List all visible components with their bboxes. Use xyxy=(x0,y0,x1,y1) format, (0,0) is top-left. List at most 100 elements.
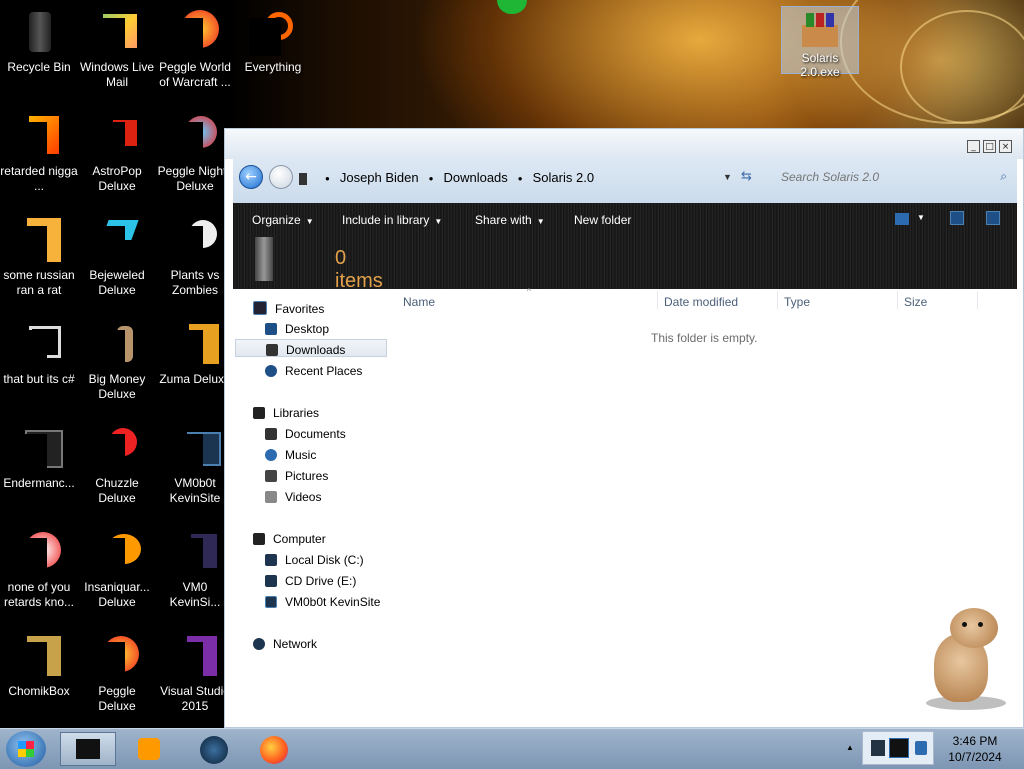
taskbar-app-explorer[interactable] xyxy=(60,732,116,766)
desktop-icon-label: retarded nigga ... xyxy=(0,164,78,193)
desktop-icon-label: Recycle Bin xyxy=(7,60,71,74)
nav-videos[interactable]: Videos xyxy=(265,490,321,504)
desktop-icon-7[interactable]: Windows Live Mail xyxy=(78,4,156,90)
mail-icon xyxy=(93,8,141,56)
desktop-icon-5[interactable]: none of you retards kno... xyxy=(0,524,78,610)
nav-libraries[interactable]: Libraries xyxy=(253,406,319,420)
address-dropdown-icon[interactable]: ▼ xyxy=(723,172,732,182)
organize-button[interactable]: Organize ▼ xyxy=(252,213,314,227)
column-name[interactable]: Name xyxy=(403,295,435,309)
breadcrumb-separator-icon: ● xyxy=(428,174,434,184)
back-button[interactable]: ← xyxy=(239,165,263,189)
desktop-icon-9[interactable]: Bejeweled Deluxe xyxy=(78,212,156,298)
share-with-button[interactable]: Share with ▼ xyxy=(475,213,545,227)
app-icon xyxy=(171,424,221,472)
desktop-icon-label: Endermanc... xyxy=(3,476,75,490)
include-in-library-button[interactable]: Include in library ▼ xyxy=(342,213,442,227)
taskbar-app-firefox[interactable] xyxy=(246,732,302,766)
navigation-pane: Favorites Desktop Downloads Recent Place… xyxy=(233,289,393,719)
maximize-button[interactable]: □ xyxy=(983,140,996,153)
breadcrumb: ● Joseph Biden ● Downloads ● Solaris 2.0 xyxy=(315,170,594,185)
nav-desktop[interactable]: Desktop xyxy=(265,322,329,336)
search-icon[interactable]: ⌕ xyxy=(1000,169,1007,184)
nav-libraries-label: Libraries xyxy=(273,406,320,420)
breadcrumb-item-downloads[interactable]: Downloads xyxy=(443,170,507,185)
preview-pane-icon[interactable] xyxy=(950,211,964,225)
nav-recent-places[interactable]: Recent Places xyxy=(265,364,362,378)
desktop-icon-12[interactable]: Insaniquar... Deluxe xyxy=(78,524,156,610)
nav-local-disk[interactable]: Local Disk (C:) xyxy=(265,553,364,567)
search-input[interactable] xyxy=(775,165,1011,189)
desktop-icon-label: Everything xyxy=(244,60,302,74)
desktop-icon-11[interactable]: Chuzzle Deluxe xyxy=(78,420,156,506)
downloads-icon xyxy=(266,344,278,356)
desktop-icon-20[interactable]: Visual Studio 2015 xyxy=(156,628,234,714)
star-icon xyxy=(253,301,267,315)
help-icon[interactable] xyxy=(986,211,1000,225)
view-dropdown-icon[interactable]: ▼ xyxy=(917,213,925,222)
visual-studio-icon xyxy=(171,632,219,680)
desktop-icon-17[interactable]: Zuma Deluxe xyxy=(156,316,234,387)
nav-music[interactable]: Music xyxy=(265,448,316,462)
desktop-icon-label: Bejeweled Deluxe xyxy=(89,268,145,297)
firefox-icon xyxy=(260,736,288,764)
desktop-icon-4[interactable]: Endermanc... xyxy=(0,420,78,491)
close-button[interactable]: × xyxy=(999,140,1012,153)
window-titlebar[interactable]: _ □ × xyxy=(225,129,1023,159)
volume-icon[interactable] xyxy=(915,741,927,755)
notification-area xyxy=(862,731,934,765)
desktop-icon-15[interactable]: Peggle Nights Deluxe xyxy=(156,108,234,194)
desktop-icon-14[interactable]: Peggle World of Warcraft ... xyxy=(156,4,234,90)
view-icon[interactable] xyxy=(895,213,909,225)
breadcrumb-item-user[interactable]: Joseph Biden xyxy=(340,170,419,185)
forward-button[interactable] xyxy=(269,165,293,189)
tray-overflow-icon[interactable]: ▲ xyxy=(846,743,854,752)
desktop-icon-10[interactable]: Big Money Deluxe xyxy=(78,316,156,402)
desktop-icon-16[interactable]: Plants vs Zombies xyxy=(156,212,234,298)
command-bar: Organize ▼ Include in library ▼ Share with… xyxy=(233,203,1017,292)
taskbar-app-media-player[interactable] xyxy=(122,732,178,766)
taskbar-app-browser[interactable] xyxy=(186,732,242,766)
breadcrumb-item-solaris[interactable]: Solaris 2.0 xyxy=(533,170,594,185)
column-separator xyxy=(977,291,978,309)
desktop-icon-18[interactable]: VM0b0t KevinSite xyxy=(156,420,234,506)
desktop-icon-13[interactable]: Peggle Deluxe xyxy=(78,628,156,714)
nav-cd-drive-label: CD Drive (E:) xyxy=(285,574,357,588)
column-separator xyxy=(897,291,898,309)
nav-vm-site[interactable]: VM0b0t KevinSite xyxy=(265,595,380,609)
desktop-icon-label: Big Money Deluxe xyxy=(88,372,146,401)
start-button[interactable] xyxy=(6,731,46,767)
desktop-icon-19[interactable]: VM0 KevinSi... xyxy=(156,524,234,610)
desktop-icon-label: Windows Live Mail xyxy=(79,60,155,89)
nav-documents[interactable]: Documents xyxy=(265,427,346,441)
nav-pictures-label: Pictures xyxy=(285,469,329,483)
desktop-icon-2[interactable]: some russian ran a rat xyxy=(0,212,78,298)
system-clock[interactable]: 3:46 PM 10/7/2024 xyxy=(938,733,1012,765)
minimize-button[interactable]: _ xyxy=(967,140,980,153)
desktop-icon-6[interactable]: ChomikBox xyxy=(0,628,78,699)
nav-computer[interactable]: Computer xyxy=(253,532,326,546)
desktop-icon-solaris-exe[interactable]: Solaris 2.0.exe xyxy=(781,6,859,79)
nav-downloads[interactable]: Downloads xyxy=(235,339,387,357)
nav-music-label: Music xyxy=(285,448,317,462)
column-date-modified[interactable]: Date modified xyxy=(664,295,738,309)
desktop-icon-3[interactable]: that but its c# xyxy=(0,316,78,387)
tray-app-icon[interactable] xyxy=(871,740,885,756)
nav-favorites[interactable]: Favorites xyxy=(253,301,324,316)
refresh-icon[interactable]: ⇆ xyxy=(741,169,752,184)
desktop-icon-8[interactable]: AstroPop Deluxe xyxy=(78,108,156,194)
column-separator xyxy=(777,291,778,309)
desktop-icon-recycle-bin[interactable]: Recycle Bin xyxy=(0,4,78,75)
windows-logo-icon xyxy=(18,741,34,757)
desktop-icon-everything[interactable]: Everything xyxy=(234,4,312,75)
column-type[interactable]: Type xyxy=(784,295,810,309)
nav-network[interactable]: Network xyxy=(253,637,317,651)
nav-cd-drive[interactable]: CD Drive (E:) xyxy=(265,574,356,588)
computer-icon xyxy=(253,533,265,545)
tray-monitor-icon[interactable] xyxy=(889,738,909,758)
column-size[interactable]: Size xyxy=(904,295,927,309)
nav-pictures[interactable]: Pictures xyxy=(265,469,328,483)
desktop-icon-label: that but its c# xyxy=(3,372,75,386)
new-folder-button[interactable]: New folder xyxy=(574,213,631,227)
desktop-icon-1[interactable]: retarded nigga ... xyxy=(0,108,78,194)
